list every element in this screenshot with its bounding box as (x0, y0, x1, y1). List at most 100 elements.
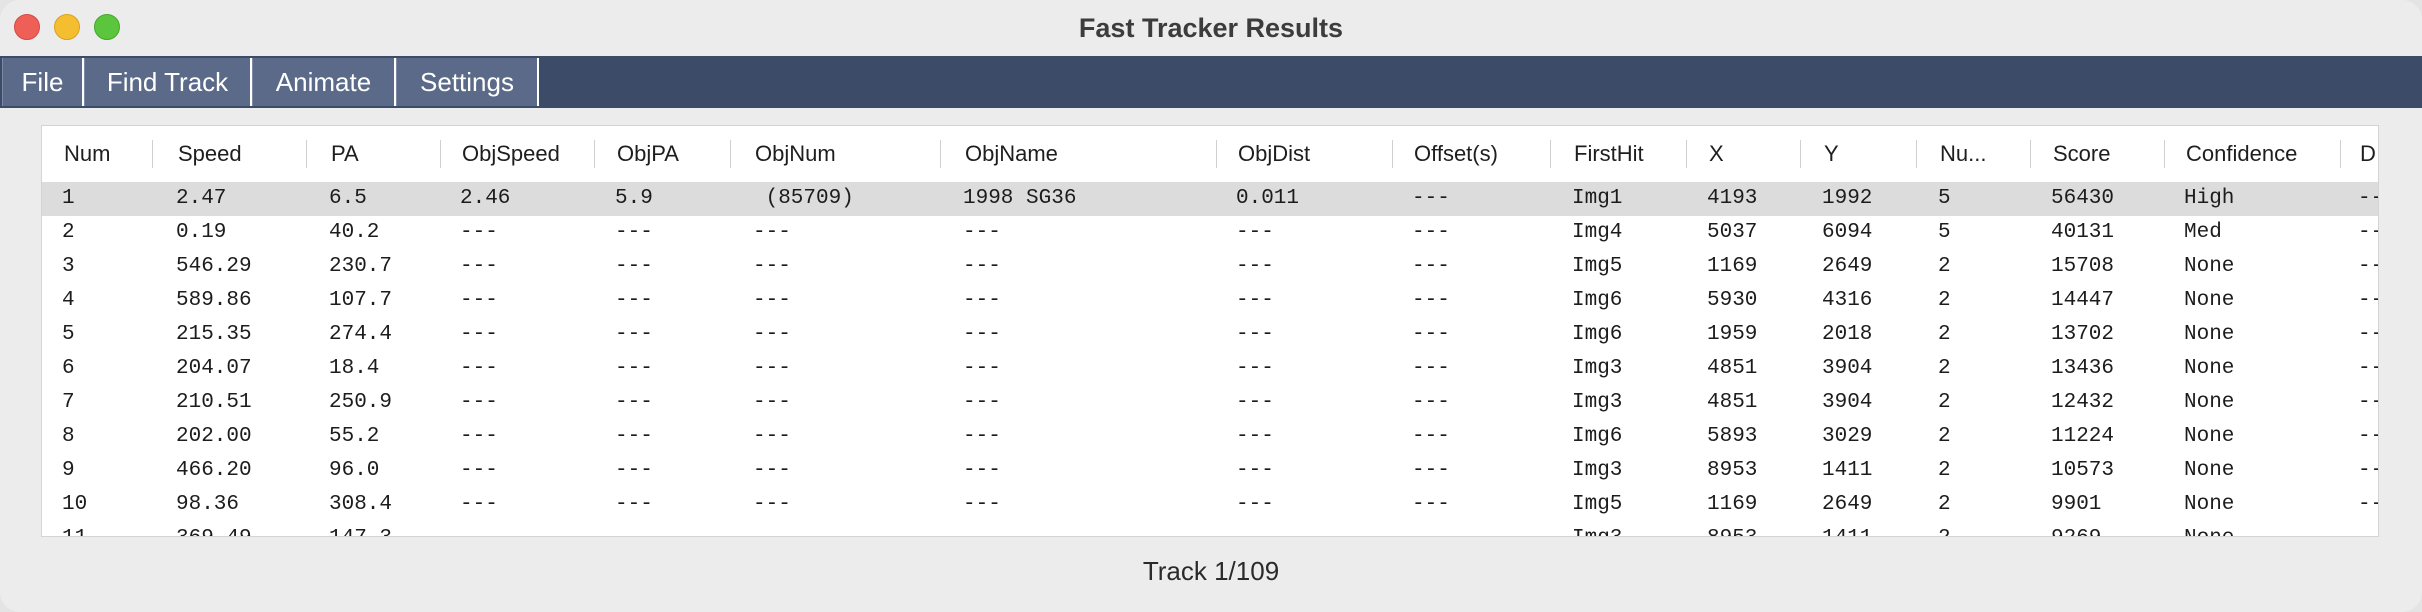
cell-confidence: None (2184, 289, 2235, 312)
cell-num: 3 (62, 255, 75, 278)
table-row[interactable]: 2 0.19 40.2 --- --- --- --- --- --- Img4 5037 6094 5… (42, 216, 2378, 250)
table-row[interactable]: 7 210.51 250.9 --- --- --- --- --- --- Img3 4851 39… (42, 386, 2378, 420)
cell-objspeed: --- (460, 357, 498, 380)
table-row[interactable]: 9 466.20 96.0 --- --- --- --- --- --- Img3 8953 141… (42, 454, 2378, 488)
cell-offset: --- (1412, 221, 1450, 244)
menu-find-track-button[interactable]: Find Track (84, 58, 252, 106)
column-header-pa[interactable]: PA (331, 126, 359, 182)
column-header-offset[interactable]: Offset(s) (1414, 126, 1498, 182)
column-header-objdist[interactable]: ObjDist (1238, 126, 1310, 182)
cell-objdist: --- (1236, 425, 1274, 448)
column-divider[interactable] (1686, 140, 1687, 168)
menu-animate-button[interactable]: Animate (252, 58, 396, 106)
column-divider[interactable] (2164, 140, 2165, 168)
column-divider[interactable] (940, 140, 941, 168)
cell-x: 4851 (1707, 357, 1758, 380)
column-divider[interactable] (1216, 140, 1217, 168)
column-divider[interactable] (440, 140, 441, 168)
cell-objdist: --- (1236, 289, 1274, 312)
cell-confidence: High (2184, 187, 2235, 210)
window-title: Fast Tracker Results (1078, 13, 1344, 43)
cell-firsthit: Img6 (1572, 289, 1623, 312)
table-row[interactable]: 6 204.07 18.4 --- --- --- --- --- --- Img3 4851 390… (42, 352, 2378, 386)
cell-objname: --- (963, 357, 1001, 380)
cell-d: -- (2358, 493, 2378, 516)
table-row[interactable]: 1 2.47 6.5 2.46 5.9 (85709) 1998 SG36 0.011 ---… (42, 182, 2378, 216)
menu-file-button[interactable]: File (2, 58, 84, 106)
cell-offset: --- (1412, 425, 1450, 448)
cell-nu: 2 (1938, 425, 1951, 448)
track-status-label: Track 1/109 (1142, 556, 1280, 586)
column-header-objpa[interactable]: ObjPA (617, 126, 679, 182)
cell-pa: 40.2 (329, 221, 380, 244)
table-row[interactable]: 10 98.36 308.4 --- --- --- --- --- --- Img5 1169 26… (42, 488, 2378, 522)
column-divider[interactable] (594, 140, 595, 168)
cell-firsthit: Img3 (1572, 391, 1623, 414)
column-divider[interactable] (1392, 140, 1393, 168)
column-divider[interactable] (2340, 140, 2341, 168)
column-header-objspeed[interactable]: ObjSpeed (462, 126, 560, 182)
cell-objspeed: 2.46 (460, 187, 511, 210)
column-header-score[interactable]: Score (2053, 126, 2110, 182)
cell-offset: --- (1412, 255, 1450, 278)
cell-y: 3904 (1822, 391, 1873, 414)
cell-objnum: --- (753, 493, 791, 516)
cell-objpa: --- (615, 323, 653, 346)
table-row[interactable]: 11 369.49 147.3 --- --- --- --- --- --- Img3 8953 1… (42, 522, 2378, 536)
results-table[interactable]: Num Speed PA ObjSpeed ObjPA ObjNum ObjName ObjD… (41, 125, 2379, 537)
cell-objnum: --- (753, 221, 791, 244)
column-divider[interactable] (152, 140, 153, 168)
column-header-nu[interactable]: Nu... (1940, 126, 1986, 182)
cell-offset: --- (1412, 323, 1450, 346)
cell-score: 11224 (2051, 425, 2115, 448)
cell-score: 13702 (2051, 323, 2115, 346)
menu-settings-button[interactable]: Settings (396, 58, 539, 106)
cell-speed: 2.47 (176, 187, 227, 210)
cell-score: 9901 (2051, 493, 2102, 516)
cell-score: 14447 (2051, 289, 2115, 312)
cell-objname: --- (963, 323, 1001, 346)
column-header-firsthit[interactable]: FirstHit (1574, 126, 1644, 182)
cell-d: -- (2358, 289, 2378, 312)
cell-confidence: None (2184, 255, 2235, 278)
cell-num: 9 (62, 459, 75, 482)
cell-objspeed: --- (460, 255, 498, 278)
cell-objname: --- (963, 255, 1001, 278)
cell-confidence: Med (2184, 221, 2222, 244)
cell-score: 56430 (2051, 187, 2115, 210)
cell-offset: --- (1412, 459, 1450, 482)
cell-pa: 308.4 (329, 493, 393, 516)
column-header-x[interactable]: X (1709, 126, 1724, 182)
cell-nu: 2 (1938, 459, 1951, 482)
column-divider[interactable] (306, 140, 307, 168)
cell-objdist: --- (1236, 493, 1274, 516)
column-divider[interactable] (730, 140, 731, 168)
cell-nu: 2 (1938, 289, 1951, 312)
cell-d: -- (2358, 255, 2378, 278)
cell-confidence: None (2184, 522, 2234, 536)
column-divider[interactable] (2030, 140, 2031, 168)
table-row[interactable]: 4 589.86 107.7 --- --- --- --- --- --- Img6 5930 43… (42, 284, 2378, 318)
cell-pa: 96.0 (329, 459, 380, 482)
column-divider[interactable] (1550, 140, 1551, 168)
cell-x: 4851 (1707, 391, 1758, 414)
cell-firsthit: Img3 (1572, 357, 1623, 380)
column-header-objname[interactable]: ObjName (965, 126, 1058, 182)
column-header-speed[interactable]: Speed (178, 126, 242, 182)
column-divider[interactable] (1916, 140, 1917, 168)
table-row[interactable]: 5 215.35 274.4 --- --- --- --- --- --- Img6 1959 20… (42, 318, 2378, 352)
cell-pa: 230.7 (329, 255, 393, 278)
column-header-d[interactable]: D (2360, 126, 2376, 182)
column-header-confidence[interactable]: Confidence (2186, 126, 2297, 182)
table-row[interactable]: 8 202.00 55.2 --- --- --- --- --- --- Img6 5893 302… (42, 420, 2378, 454)
cell-objpa: --- (615, 255, 653, 278)
cell-d: -- (2358, 459, 2378, 482)
cell-objpa: 5.9 (615, 187, 653, 210)
column-header-num[interactable]: Num (64, 126, 110, 182)
cell-confidence: None (2184, 493, 2235, 516)
column-header-y[interactable]: Y (1824, 126, 1839, 182)
column-header-objnum[interactable]: ObjNum (755, 126, 836, 182)
column-divider[interactable] (1800, 140, 1801, 168)
table-row[interactable]: 3 546.29 230.7 --- --- --- --- --- --- Img5 1169 26… (42, 250, 2378, 284)
cell-num: 1 (62, 187, 75, 210)
